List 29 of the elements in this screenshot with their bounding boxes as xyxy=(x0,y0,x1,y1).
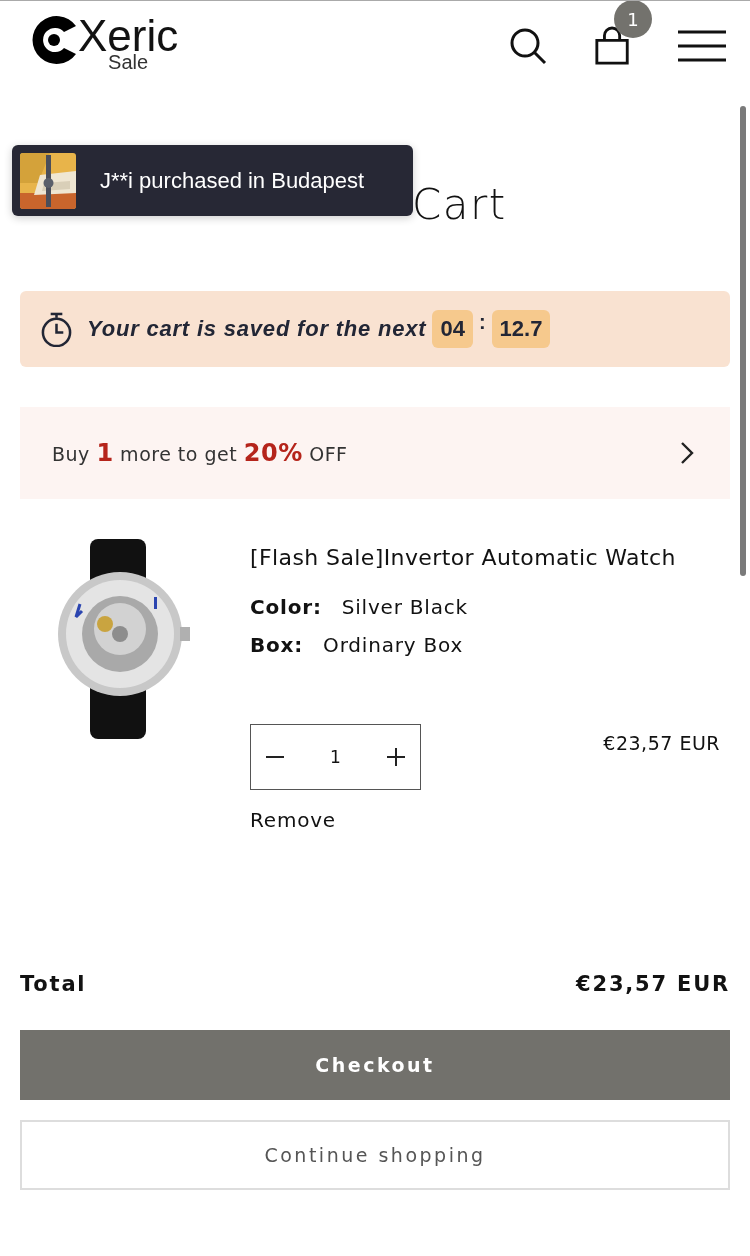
option-value: Silver Black xyxy=(341,594,468,621)
timer-seconds: 12.7 xyxy=(491,310,551,348)
option-label: Box: xyxy=(250,632,304,659)
quantity-stepper[interactable]: 1 xyxy=(250,724,421,790)
timer-separator: : xyxy=(478,310,486,334)
page-title: Cart xyxy=(412,179,507,231)
search-icon[interactable] xyxy=(508,26,548,66)
product-title[interactable]: [Flash Sale]Invertor Automatic Watch xyxy=(250,545,730,570)
option-value: Ordinary Box xyxy=(323,632,464,659)
quantity-value: 1 xyxy=(330,747,341,767)
stopwatch-icon xyxy=(40,311,73,347)
checkout-button[interactable]: Checkout xyxy=(20,1030,730,1100)
remove-link[interactable]: Remove xyxy=(250,808,336,832)
scrollbar[interactable] xyxy=(740,106,746,576)
toast-message: J**i purchased in Budapest xyxy=(100,167,365,194)
item-price: €23,57 EUR xyxy=(603,732,720,754)
chevron-right-icon xyxy=(680,441,694,465)
continue-shopping-button[interactable]: Continue shopping xyxy=(20,1120,730,1190)
plus-icon[interactable] xyxy=(386,747,406,767)
timer-minutes: 04 xyxy=(432,310,473,348)
upsell-bar[interactable]: Buy 1 more to get 20% OFF xyxy=(20,407,730,499)
shopping-bag-icon[interactable] xyxy=(594,26,632,66)
total-label: Total xyxy=(20,972,87,996)
timer-message: Your cart is saved for the next xyxy=(87,316,427,342)
menu-icon[interactable] xyxy=(678,29,726,63)
total-value: €23,57 EUR xyxy=(576,972,730,996)
option-label: Color: xyxy=(250,594,322,621)
cart-count-badge: 1 xyxy=(614,1,652,38)
upsell-message: Buy 1 more to get 20% OFF xyxy=(52,439,348,467)
